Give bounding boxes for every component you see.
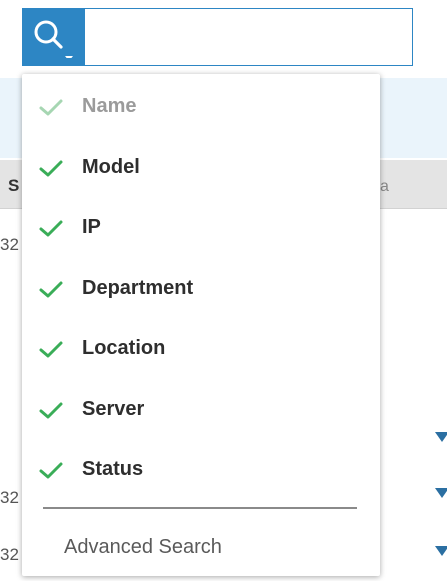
caret-down-icon (65, 56, 73, 58)
search-input[interactable] (85, 8, 413, 66)
search-field-dropdown: Name Model IP Department Location Server Statu… (22, 74, 380, 576)
field-option-ip[interactable]: IP (22, 200, 380, 252)
field-option-server[interactable]: Server (22, 382, 380, 434)
search-field-menu-button[interactable] (22, 8, 85, 66)
check-icon (39, 402, 63, 418)
field-option-name[interactable]: Name (22, 79, 380, 131)
check-icon (39, 160, 63, 176)
field-option-label: Department (82, 276, 194, 299)
check-icon (39, 462, 63, 479)
field-option-status[interactable]: Status (22, 442, 380, 494)
field-option-label: Model (82, 155, 140, 178)
check-icon (39, 220, 63, 237)
magnifier-icon (34, 20, 73, 58)
field-option-model[interactable]: Model (22, 140, 380, 192)
row-expand-arrow[interactable] (435, 432, 447, 442)
advanced-search-link[interactable]: Advanced Search (64, 536, 222, 559)
field-option-label: Server (82, 397, 145, 420)
table-cell: 32 (0, 235, 19, 254)
field-option-label: Location (82, 337, 166, 359)
field-option-location[interactable]: Location (22, 321, 380, 373)
field-option-department[interactable]: Department (22, 261, 380, 313)
check-icon (39, 281, 63, 297)
field-option-label: Status (82, 458, 144, 480)
field-option-label: Name (82, 95, 137, 117)
table-header-label: S (8, 176, 20, 195)
search-bar (22, 8, 414, 66)
menu-divider (43, 507, 357, 509)
table-header-label-right: a (380, 178, 389, 195)
table-cell: 32 (0, 488, 19, 507)
field-option-label: IP (82, 216, 101, 238)
table-cell: 32 (0, 545, 19, 564)
check-icon (39, 341, 63, 358)
row-expand-arrow[interactable] (435, 488, 447, 498)
check-icon (39, 99, 63, 116)
row-expand-arrow[interactable] (435, 546, 447, 556)
